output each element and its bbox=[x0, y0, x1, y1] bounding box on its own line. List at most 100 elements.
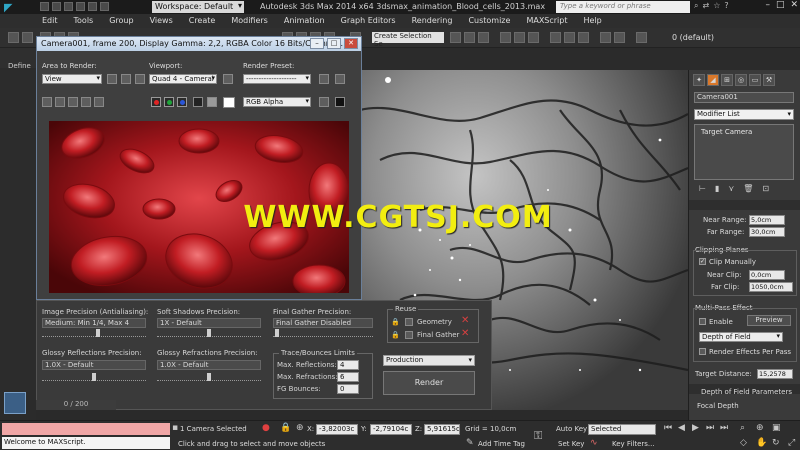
mirror-tool-icon[interactable] bbox=[450, 32, 461, 43]
render-preset-select[interactable]: -------------------- bbox=[243, 74, 311, 84]
zoom-all-icon[interactable]: ⊕ bbox=[756, 423, 764, 433]
max-refractions-input[interactable]: 6 bbox=[337, 372, 359, 382]
far-range-input[interactable]: 30,0cm bbox=[749, 227, 785, 237]
selection-lock-icon[interactable]: 🔒 bbox=[280, 423, 291, 433]
zoom-extents-icon[interactable]: ▣ bbox=[772, 423, 781, 433]
menu-tools[interactable]: Tools bbox=[66, 14, 102, 28]
redo-icon[interactable] bbox=[88, 2, 97, 11]
star-icon[interactable]: ☆ bbox=[713, 1, 720, 11]
field-of-view-icon[interactable]: ◇ bbox=[740, 438, 747, 448]
toggle-ui-overlay-icon[interactable] bbox=[319, 97, 329, 107]
menu-views[interactable]: Views bbox=[142, 14, 181, 28]
render-production-icon[interactable] bbox=[578, 32, 589, 43]
render-button[interactable]: Render bbox=[383, 371, 475, 395]
motion-tab-icon[interactable]: ◎ bbox=[735, 74, 747, 86]
menu-help[interactable]: Help bbox=[576, 14, 610, 28]
final-gather-slider[interactable] bbox=[273, 329, 373, 337]
far-clip-input[interactable]: 1050,0cm bbox=[749, 282, 793, 292]
previous-frame-icon[interactable]: ◀ bbox=[678, 423, 685, 433]
effect-select[interactable]: Depth of Field bbox=[699, 332, 783, 342]
blue-channel-toggle[interactable] bbox=[177, 97, 187, 107]
slider-knob[interactable] bbox=[96, 329, 100, 337]
stack-item-target-camera[interactable]: Target Camera bbox=[701, 128, 752, 136]
menu-rendering[interactable]: Rendering bbox=[404, 14, 461, 28]
near-range-input[interactable]: 5,0cm bbox=[749, 215, 785, 225]
play-icon[interactable]: ▶ bbox=[692, 423, 699, 433]
minimize-icon[interactable]: – bbox=[765, 0, 770, 10]
lock-icon[interactable]: 🔒 bbox=[391, 318, 400, 326]
final-gather-reuse-checkbox[interactable] bbox=[405, 331, 413, 339]
maximize-icon[interactable]: □ bbox=[776, 0, 785, 10]
menu-group[interactable]: Group bbox=[101, 14, 141, 28]
menu-create[interactable]: Create bbox=[181, 14, 224, 28]
menu-modifiers[interactable]: Modifiers bbox=[223, 14, 276, 28]
current-layer[interactable]: 0 (default) bbox=[672, 33, 714, 42]
image-precision-field[interactable]: Medium: Min 1/4, Max 4 bbox=[42, 318, 146, 328]
curve-icon[interactable]: ∿ bbox=[590, 438, 598, 448]
glossy-refractions-field[interactable]: 1.0X - Default bbox=[157, 360, 261, 370]
z-coordinate-field[interactable]: 5,91615cn bbox=[424, 424, 460, 435]
show-end-result-icon[interactable]: ▮ bbox=[715, 184, 719, 193]
maxscript-listener-input[interactable] bbox=[2, 423, 170, 435]
final-gather-field[interactable]: Final Gather Disabled bbox=[273, 318, 373, 328]
glossy-reflections-slider[interactable] bbox=[42, 373, 146, 381]
slider-knob[interactable] bbox=[92, 373, 96, 381]
curve-editor-icon[interactable] bbox=[500, 32, 511, 43]
hierarchy-tab-icon[interactable]: ⊞ bbox=[721, 74, 733, 86]
exchange-icon[interactable]: ⇄ bbox=[702, 1, 709, 11]
area-to-render-select[interactable]: View bbox=[42, 74, 102, 84]
rendered-frame-window-icon[interactable] bbox=[564, 32, 575, 43]
render-effects-checkbox[interactable] bbox=[699, 348, 706, 355]
swatch-icon[interactable] bbox=[223, 97, 235, 108]
go-to-start-icon[interactable]: ⏮ bbox=[664, 423, 672, 433]
render-window-titlebar[interactable]: Camera001, frame 200, Display Gamma: 2,2… bbox=[37, 37, 361, 51]
configure-sets-icon[interactable]: ⊡ bbox=[762, 184, 769, 193]
minimize-icon[interactable]: – bbox=[310, 38, 324, 49]
key-mode-select[interactable]: Selected bbox=[588, 424, 656, 435]
red-channel-toggle[interactable] bbox=[151, 97, 161, 107]
lock-icon[interactable]: 🔒 bbox=[391, 331, 400, 339]
search-icon[interactable]: ⌕ bbox=[694, 1, 698, 11]
x-coordinate-field[interactable]: -3,82003c bbox=[316, 424, 358, 435]
menu-customize[interactable]: Customize bbox=[460, 14, 518, 28]
display-channel-select[interactable]: RGB Alpha bbox=[243, 97, 311, 107]
schematic-view-icon[interactable] bbox=[514, 32, 525, 43]
pin-stack-icon[interactable]: ⊢ bbox=[699, 184, 706, 193]
y-coordinate-field[interactable]: -2,79104c bbox=[370, 424, 412, 435]
save-file-icon[interactable] bbox=[64, 2, 73, 11]
viewport-layout-icon[interactable] bbox=[4, 392, 26, 414]
absolute-mode-icon[interactable]: ⊕ bbox=[296, 423, 304, 433]
render-mode-select[interactable]: Production bbox=[383, 355, 475, 366]
material-editor-icon[interactable] bbox=[528, 32, 539, 43]
redo-tool-icon[interactable] bbox=[22, 32, 33, 43]
enable-checkbox[interactable] bbox=[699, 318, 706, 325]
ribbon-tab-define[interactable]: Define bbox=[8, 62, 31, 70]
remove-modifier-icon[interactable]: 🗑 bbox=[743, 184, 753, 193]
pan-icon[interactable]: ✋ bbox=[756, 438, 767, 448]
new-file-icon[interactable] bbox=[40, 2, 49, 11]
clear-final-gather-icon[interactable]: ✕ bbox=[461, 328, 469, 339]
layer-visibility-icon[interactable] bbox=[636, 32, 647, 43]
soft-shadows-field[interactable]: 1X - Default bbox=[157, 318, 261, 328]
maxscript-output[interactable]: Welcome to MAXScript. bbox=[2, 437, 170, 449]
geometry-checkbox[interactable] bbox=[405, 318, 413, 326]
save-image-icon[interactable] bbox=[42, 97, 52, 107]
undo-icon[interactable] bbox=[76, 2, 85, 11]
set-key-button[interactable]: Set Key bbox=[558, 440, 584, 448]
display-tab-icon[interactable]: ▭ bbox=[749, 74, 761, 86]
render-setup-icon[interactable] bbox=[319, 74, 329, 84]
maximize-viewport-icon[interactable]: ⤢ bbox=[788, 438, 795, 448]
time-slider[interactable]: 0 / 200 bbox=[36, 400, 116, 410]
close-icon[interactable]: ✕ bbox=[344, 38, 358, 49]
preview-button[interactable]: Preview bbox=[747, 315, 791, 326]
object-name-field[interactable]: Camera001 bbox=[694, 92, 794, 103]
green-channel-toggle[interactable] bbox=[164, 97, 174, 107]
make-unique-icon[interactable]: ⋎ bbox=[728, 184, 734, 193]
add-time-tag[interactable]: Add Time Tag bbox=[478, 440, 525, 448]
glossy-refractions-slider[interactable] bbox=[157, 373, 261, 381]
key-icon[interactable]: ⚿ bbox=[534, 429, 542, 443]
image-precision-slider[interactable] bbox=[42, 329, 146, 337]
render-setup-icon[interactable] bbox=[550, 32, 561, 43]
undo-tool-icon[interactable] bbox=[8, 32, 19, 43]
viewport-select[interactable]: Quad 4 - Cameral bbox=[149, 74, 217, 84]
